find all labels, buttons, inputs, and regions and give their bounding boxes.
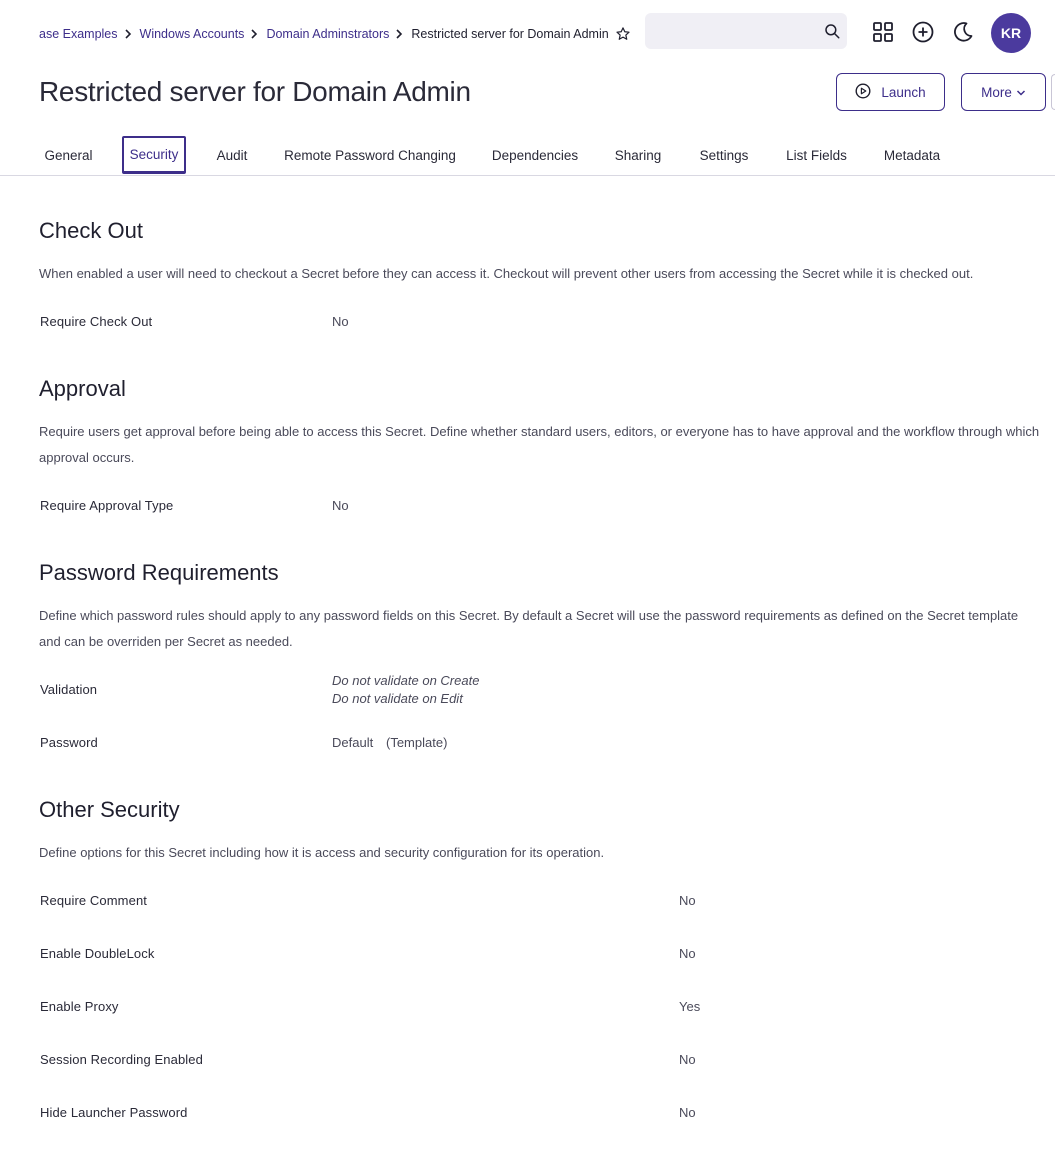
field-label-require-approval-type: Require Approval Type — [40, 498, 174, 513]
section-title-check-out: Check Out — [39, 218, 143, 243]
offscreen-button-edge — [1051, 74, 1055, 110]
favorite-star-icon[interactable] — [615, 26, 631, 42]
search-box — [645, 13, 847, 49]
breadcrumb-item[interactable]: ase Examples — [39, 27, 118, 41]
section-description: Define options for this Secret including… — [39, 845, 605, 860]
chevron-right-icon — [395, 29, 403, 39]
tab-dependencies[interactable]: Dependencies — [485, 136, 585, 174]
page-title: Restricted server for Domain Admin — [39, 76, 471, 107]
field-value-require-check-out: No — [332, 314, 349, 329]
section-description: When enabled a user will need to checkou… — [39, 266, 974, 281]
field-label-password: Password — [40, 735, 98, 750]
add-circle-icon[interactable] — [912, 21, 934, 43]
tab-remote-password-changing[interactable]: Remote Password Changing — [279, 136, 461, 174]
field-value-enable-doublelock: No — [679, 946, 696, 961]
play-circle-icon — [855, 82, 871, 102]
field-label-enable-doublelock: Enable DoubleLock — [40, 946, 155, 961]
breadcrumb: ase Examples Windows Accounts Domain Adm… — [39, 25, 631, 43]
top-bar: ase Examples Windows Accounts Domain Adm… — [0, 0, 1055, 66]
launch-button[interactable]: Launch — [836, 73, 945, 111]
tab-sharing[interactable]: Sharing — [609, 136, 667, 174]
field-value-session-recording-enabled: No — [679, 1052, 696, 1067]
breadcrumb-item[interactable]: Windows Accounts — [140, 27, 245, 41]
field-value-password: Default — [332, 735, 374, 750]
tab-security[interactable]: Security — [122, 136, 186, 174]
field-label-require-comment: Require Comment — [40, 893, 147, 908]
field-value-validation-edit: Do not validate on Edit — [332, 691, 463, 706]
section-title-approval: Approval — [39, 376, 126, 401]
tab-bar: General Security Audit Remote Password C… — [0, 136, 1055, 176]
tab-list-fields[interactable]: List Fields — [780, 136, 853, 174]
search-input[interactable] — [645, 13, 815, 49]
tab-audit[interactable]: Audit — [209, 136, 255, 174]
field-label-validation: Validation — [40, 682, 98, 697]
breadcrumb-item[interactable]: Domain Adminstrators — [266, 27, 389, 41]
chevron-down-icon — [1016, 85, 1026, 100]
field-label-enable-proxy: Enable Proxy — [40, 999, 119, 1014]
chevron-right-icon — [250, 29, 258, 39]
field-value-validation-create: Do not validate on Create — [332, 673, 480, 688]
apps-grid-icon[interactable] — [872, 21, 894, 43]
field-value-password-note: (Template) — [386, 735, 448, 750]
more-button[interactable]: More — [961, 73, 1046, 111]
field-value-enable-proxy: Yes — [679, 999, 701, 1014]
section-title-other-security: Other Security — [39, 797, 180, 822]
launch-button-label: Launch — [881, 84, 926, 100]
search-icon[interactable] — [823, 22, 841, 40]
section-description: Require users get approval before being … — [39, 424, 1040, 465]
section-description: Define which password rules should apply… — [39, 608, 1019, 649]
breadcrumb-current: Restricted server for Domain Admin — [411, 27, 609, 41]
user-avatar[interactable]: KR — [991, 13, 1031, 53]
chevron-right-icon — [124, 29, 132, 39]
tab-metadata[interactable]: Metadata — [877, 136, 947, 174]
field-value-require-approval-type: No — [332, 498, 349, 513]
dark-mode-moon-icon[interactable] — [952, 21, 974, 43]
field-value-require-comment: No — [679, 893, 696, 908]
section-title-password-requirements: Password Requirements — [39, 560, 279, 585]
tab-settings[interactable]: Settings — [692, 136, 756, 174]
field-value-hide-launcher-password: No — [679, 1105, 696, 1120]
field-label-hide-launcher-password: Hide Launcher Password — [40, 1105, 188, 1120]
more-button-label: More — [981, 84, 1012, 100]
tab-general[interactable]: General — [39, 136, 98, 174]
field-label-require-check-out: Require Check Out — [40, 314, 153, 329]
field-label-session-recording-enabled: Session Recording Enabled — [40, 1052, 203, 1067]
